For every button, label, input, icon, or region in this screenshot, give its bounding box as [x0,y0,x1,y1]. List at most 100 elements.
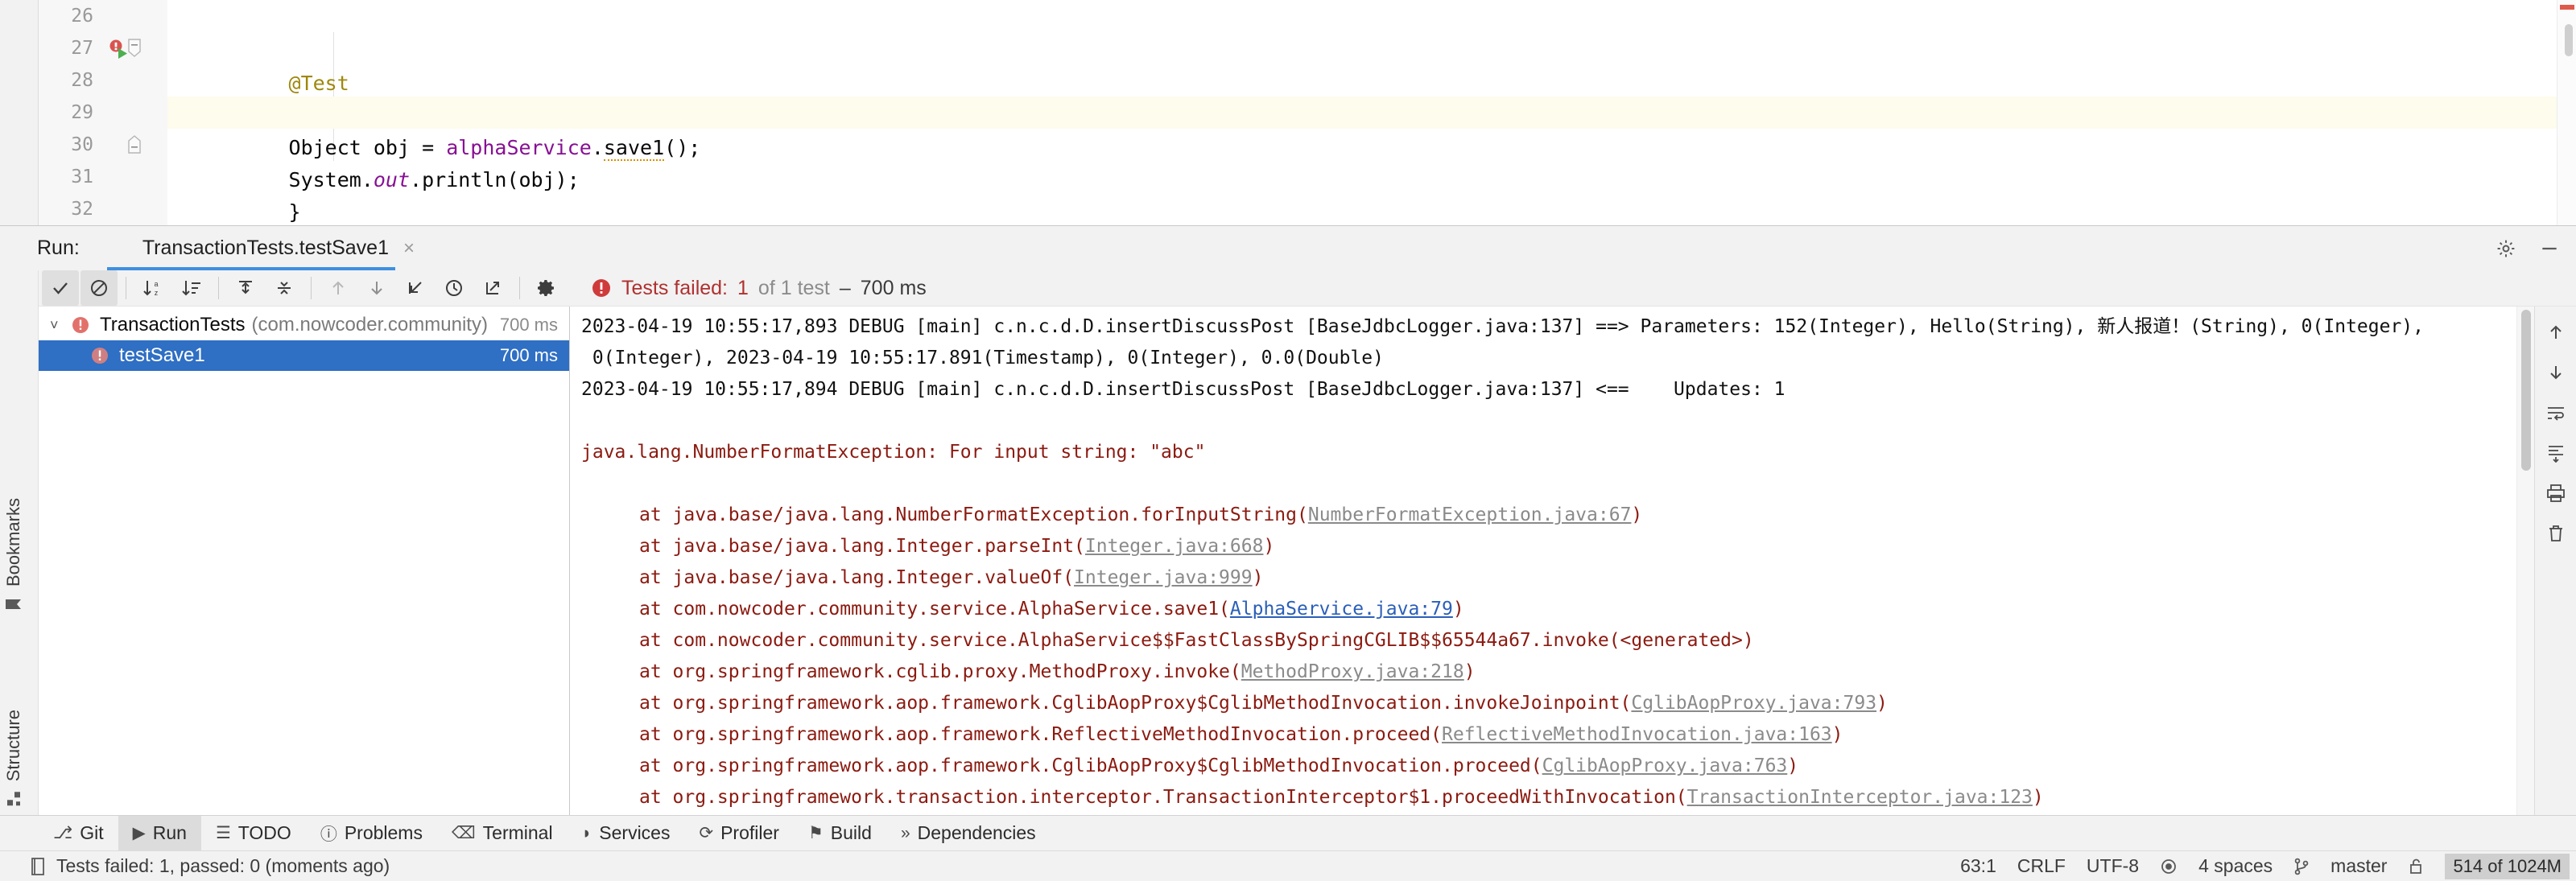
expand-all-button[interactable] [227,270,264,306]
editor-gutter[interactable]: 26 27 28 29 30 31 32 [39,0,167,225]
test-settings-gear-icon[interactable] [528,270,565,306]
trash-icon[interactable] [2540,516,2572,551]
test-tree-row-class[interactable]: ˅ TransactionTests (com.nowcoder.communi… [39,310,569,340]
soft-wrap-button[interactable] [2540,395,2572,430]
console-source-link[interactable]: AlphaService.java:79 [1230,599,1453,620]
event-log-icon[interactable] [29,857,47,876]
memory-indicator[interactable]: 514 of 1024M [2445,853,2570,879]
show-passed-toggle[interactable] [42,270,79,307]
code-line[interactable]: public void testSave1() { [167,32,2576,127]
tests-duration: 700 ms [860,276,927,299]
show-history-button[interactable] [436,270,473,306]
close-icon[interactable]: × [403,237,415,260]
console-scrollbar[interactable] [2516,307,2534,816]
console-source-link[interactable]: CglibAopProxy.java:763 [1542,755,1788,776]
console-text: java.lang.NumberFormatException: For inp… [581,442,1206,463]
run-test-gutter-icon[interactable] [108,39,129,60]
code-fold-marker[interactable] [127,129,145,161]
file-encoding[interactable]: UTF-8 [2087,855,2139,877]
minimize-icon[interactable] [2539,238,2560,259]
code-line[interactable]: } [167,193,2576,288]
svg-text:z: z [155,289,159,297]
code-line[interactable]: } [167,129,2576,224]
console-line: at org.springframework.aop.framework.Cgl… [581,688,2516,719]
test-class-name: TransactionTests [100,314,246,336]
export-test-results-button[interactable] [474,270,511,306]
tool-window-button-run[interactable]: ▶ Run [118,815,201,851]
line-separator[interactable]: CRLF [2017,855,2066,877]
code-fold-marker[interactable] [127,32,145,64]
run-tool-window: 9 [0,270,2576,816]
console-source-link[interactable]: NumberFormatException.java:67 [1308,504,1632,525]
console-text: at org.springframework.aop.framework.Cgl… [639,693,1632,714]
run-configuration-icon [112,238,133,259]
run-main-content: a z Tests failed: 1 of 1 test – 700 ms ˅… [39,270,2576,816]
console-source-link[interactable]: Integer.java:999 [1074,567,1253,588]
tool-window-button-profiler[interactable]: ⟳ Profiler [684,816,793,851]
sidebar-item-structure[interactable]: Structure [3,710,24,807]
code-line[interactable]: System.out.println(obj); [167,97,2576,191]
tool-window-label: Terminal [482,822,553,844]
console-source-link[interactable]: MethodProxy.java:218 [1241,661,1464,682]
scroll-down-button[interactable] [2540,355,2572,390]
code-line[interactable]: @Test [167,0,2576,95]
caret-position[interactable]: 63:1 [1960,855,1996,877]
tool-window-button-problems[interactable]: ⓘ Problems [306,816,437,851]
code-editor[interactable]: @Test public void testSave1() { Object o… [167,0,2576,288]
scroll-up-button[interactable] [2540,315,2572,350]
code-line[interactable]: Object obj = alphaService.save1(); [167,64,2576,161]
status-message-group[interactable]: Tests failed: 1, passed: 0 (moments ago) [29,855,390,877]
scrollbar-thumb[interactable] [2565,24,2573,56]
tool-window-button-git[interactable]: ⎇ Git [39,816,118,851]
editor-scrollbar[interactable] [2557,0,2576,233]
git-branch-icon [2293,857,2310,876]
collapse-all-button[interactable] [266,270,303,306]
toolbar-divider [218,277,219,300]
code-line[interactable] [167,161,2576,193]
sidebar-label: Bookmarks [3,498,23,587]
run-tool-window-header: Run: TransactionTests.testSave1 × [0,225,2576,271]
tool-window-label: Profiler [720,822,779,844]
tool-window-button-todo[interactable]: ☰ TODO [201,816,306,851]
line-number: 27 [71,38,93,59]
show-ignored-toggle[interactable] [80,270,118,307]
prev-failed-test-button[interactable] [320,270,357,306]
console-source-link[interactable]: TransactionInterceptor.java:123 [1687,787,2033,808]
tool-window-button-dependencies[interactable]: » Dependencies [886,816,1051,851]
git-branch-name[interactable]: master [2330,855,2387,877]
tool-window-button-terminal[interactable]: ⌫ Terminal [437,816,568,851]
sort-by-duration-button[interactable] [173,270,210,306]
run-header-actions [2496,238,2560,259]
sidebar-item-bookmarks[interactable]: Bookmarks [3,498,24,614]
sort-alphabetically-button[interactable]: a z [134,270,171,306]
scroll-to-source-button[interactable] [397,270,434,306]
unlocked-icon[interactable] [2408,857,2424,876]
console-output[interactable]: 2023-04-19 10:55:17,893 DEBUG [main] c.n… [570,307,2516,816]
test-runner-toolbar: a z Tests failed: 1 of 1 test – 700 ms [39,270,2576,307]
console-text: ) [1252,567,1264,589]
scroll-to-end-button[interactable] [2540,435,2572,471]
console-source-link[interactable]: CglibAopProxy.java:793 [1631,693,1876,714]
tool-window-label: Build [830,822,872,844]
console-source-link[interactable]: ReflectiveMethodInvocation.java:163 [1442,724,1832,745]
error-stripe-marker[interactable] [2560,5,2574,10]
console-line: java.lang.NumberFormatException: For inp… [581,437,2516,468]
test-results-tree[interactable]: ˅ TransactionTests (com.nowcoder.communi… [39,307,570,816]
indent-setting[interactable]: 4 spaces [2198,855,2273,877]
console-actions-toolbar [2534,307,2576,816]
test-tree-row-method[interactable]: testSave1 700 ms [39,340,569,372]
next-failed-test-button[interactable] [358,270,395,306]
tool-window-button-build[interactable]: ⚑ Build [794,816,886,851]
printer-icon[interactable] [2540,475,2572,511]
chevron-down-icon[interactable]: ˅ [50,317,71,334]
line-number: 29 [71,102,93,123]
console-text: at java.base/java.lang.NumberFormatExcep… [639,504,1308,526]
git-icon: ⎇ [53,824,73,843]
run-tab[interactable]: TransactionTests.testSave1 × [106,226,419,271]
status-bar: Tests failed: 1, passed: 0 (moments ago)… [0,850,2576,881]
gear-icon[interactable] [2496,238,2516,259]
tool-window-button-services[interactable]: ◗ Services [568,816,685,851]
console-source-link[interactable]: Integer.java:668 [1085,536,1264,557]
scrollbar-thumb[interactable] [2521,310,2531,471]
